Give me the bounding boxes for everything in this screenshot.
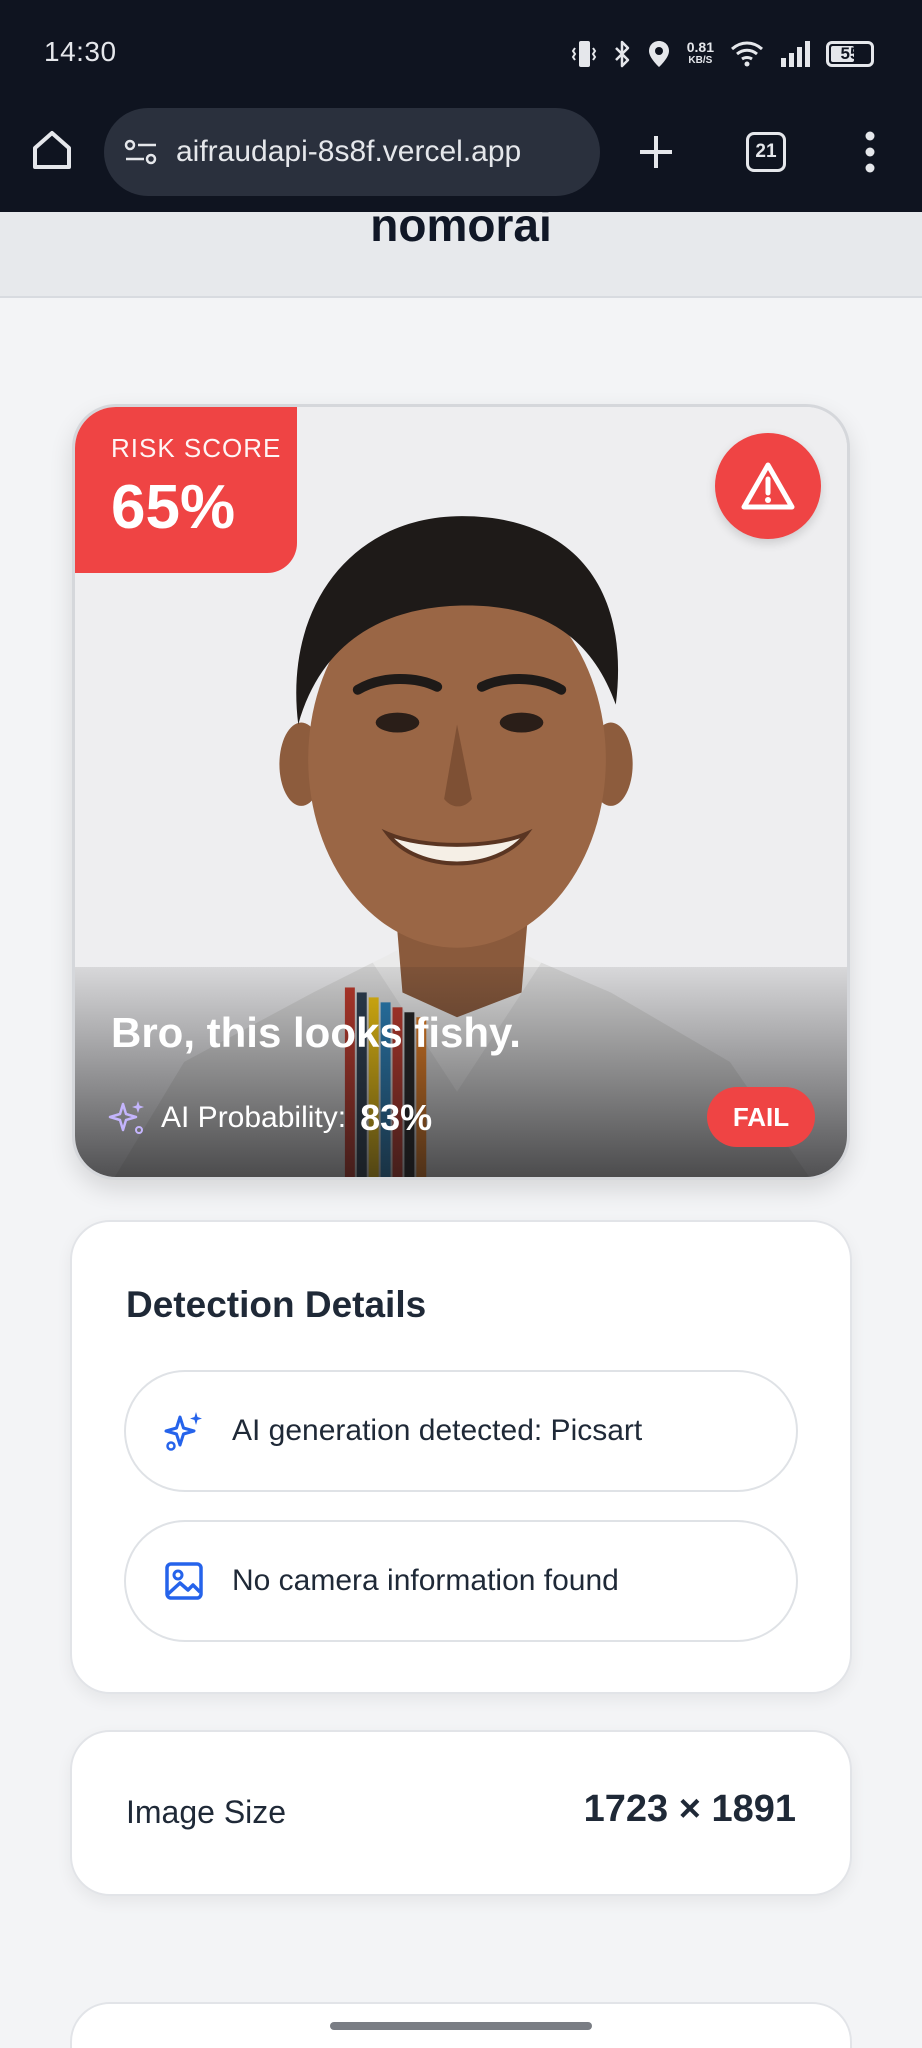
warning-icon bbox=[741, 462, 795, 510]
wifi-icon bbox=[731, 41, 763, 67]
image-icon bbox=[165, 1562, 203, 1600]
more-vert-icon[interactable] bbox=[860, 130, 880, 174]
signal-icon bbox=[781, 41, 810, 67]
location-icon bbox=[648, 41, 669, 67]
verdict-text: Bro, this looks fishy. bbox=[111, 1009, 521, 1056]
bluetooth-icon bbox=[614, 40, 629, 68]
browser-chrome: 14:30 0.81 KB/S 55 aifraudapi-8s8f.verce… bbox=[0, 0, 922, 212]
ai-probability-label: AI Probability: bbox=[161, 1101, 347, 1134]
detail-item-camera: No camera information found bbox=[124, 1520, 798, 1642]
tabs-icon[interactable]: 21 bbox=[746, 132, 786, 172]
ai-probability-value: 83% bbox=[360, 1097, 433, 1138]
vibrate-icon bbox=[571, 41, 596, 67]
sparkles-icon bbox=[108, 1101, 144, 1134]
detail-item-ai-generation: AI generation detected: Picsart bbox=[124, 1370, 798, 1492]
risk-score-value: 65% bbox=[111, 473, 236, 542]
detection-details-card: Detection Details AI generation detected… bbox=[70, 1220, 852, 1694]
home-icon[interactable] bbox=[30, 128, 74, 172]
image-size-label: Image Size bbox=[126, 1794, 287, 1830]
risk-score-badge: RISK SCORE 65% bbox=[75, 407, 297, 573]
detail-item-text: AI generation detected: Picsart bbox=[232, 1414, 643, 1447]
plus-icon[interactable] bbox=[636, 132, 676, 172]
battery-icon: 55 bbox=[826, 41, 874, 67]
sparkles-icon bbox=[164, 1412, 202, 1451]
warning-button[interactable] bbox=[715, 433, 821, 539]
status-icons: 0.81 KB/S 55 bbox=[571, 34, 874, 74]
detail-item-text: No camera information found bbox=[232, 1564, 619, 1597]
image-size-value: 1723 × 1891 bbox=[583, 1788, 796, 1830]
url-text: aifraudapi-8s8f.vercel.app bbox=[176, 135, 522, 168]
brand-title[interactable]: nomorai bbox=[0, 212, 922, 252]
risk-score-label: RISK SCORE bbox=[111, 433, 282, 463]
address-bar[interactable]: aifraudapi-8s8f.vercel.app bbox=[104, 108, 600, 196]
gesture-bar[interactable] bbox=[330, 2022, 592, 2030]
status-time: 14:30 bbox=[44, 36, 117, 67]
page-header: nomorai bbox=[0, 212, 922, 298]
result-card: RISK SCORE 65% Bro, this looks fishy. AI… bbox=[72, 404, 850, 1180]
detection-details-title: Detection Details bbox=[126, 1284, 427, 1325]
site-settings-icon[interactable] bbox=[124, 138, 158, 166]
image-size-card: Image Size 1723 × 1891 bbox=[70, 1730, 852, 1896]
ai-probability: AI Probability: 83% bbox=[107, 1097, 432, 1139]
status-badge: FAIL bbox=[707, 1087, 815, 1147]
net-speed: 0.81 KB/S bbox=[686, 39, 714, 66]
